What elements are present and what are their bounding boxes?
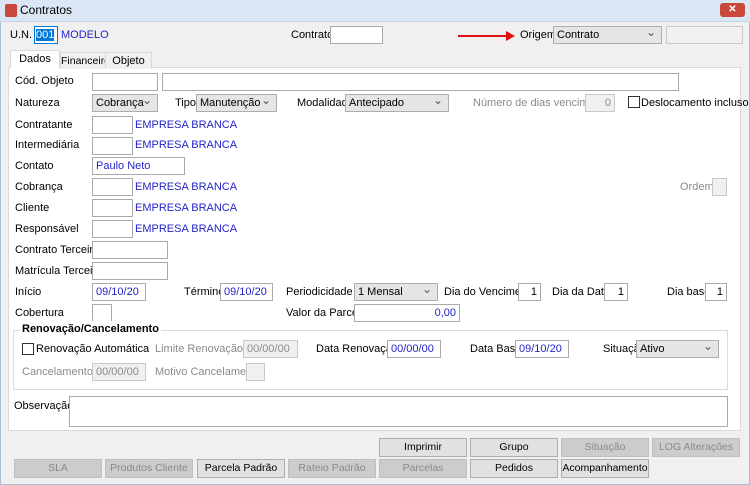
natureza-label: Natureza [15, 97, 60, 109]
renovacao-automatica-label: Renovação Automática [36, 343, 150, 355]
parcelas-button: Parcelas [379, 459, 467, 478]
cod-objeto-input[interactable] [92, 73, 158, 91]
ordem-input [712, 178, 727, 196]
renovacao-automatica-checkbox[interactable] [22, 343, 34, 355]
inicio-label: Início [15, 286, 42, 298]
tipo-select[interactable]: Manutenção [196, 92, 277, 112]
intermediaria-label: Intermediária [15, 139, 80, 151]
situacao-financeira-button: Situação Financeira [561, 438, 649, 470]
cobertura-label: Cobertura [15, 307, 64, 319]
periodicidade-label: Periodicidade [286, 286, 353, 298]
cod-objeto-label: Cód. Objeto [15, 75, 74, 87]
cobertura-input[interactable] [92, 304, 112, 322]
cobranca-name: EMPRESA BRANCA [135, 181, 238, 193]
origem-extra-input [666, 26, 743, 44]
contrato-terceiro-label: Contrato Terceiro [15, 244, 100, 256]
limite-renovacao-label: Limite Renovação [155, 343, 244, 355]
natureza-select[interactable]: Cobrança [92, 92, 158, 112]
cod-objeto-desc-input[interactable] [162, 73, 679, 91]
data-base-input[interactable]: 09/10/20 [515, 340, 569, 358]
valor-parcela-input[interactable]: 0,00 [354, 304, 460, 322]
renovacao-group-title: Renovação/Cancelamento [20, 321, 161, 338]
cobranca-label: Cobrança [15, 181, 63, 193]
tab-objeto[interactable]: Objeto [105, 52, 152, 69]
responsavel-input[interactable] [92, 220, 133, 238]
cancelamento-input: 00/00/00 [92, 363, 146, 381]
contratante-label: Contratante [15, 119, 73, 131]
grupo-button[interactable]: Grupo [470, 438, 558, 457]
log-alteracoes-button: LOG Alterações [652, 438, 740, 457]
cancelamento-label: Cancelamento [22, 366, 93, 378]
tab-financeiro[interactable]: Financeiro [60, 52, 110, 69]
observacao-label: Observação [14, 400, 74, 412]
pedidos-button[interactable]: Pedidos [470, 459, 558, 478]
termino-input[interactable]: 09/10/20 [220, 283, 273, 301]
renovacao-group [13, 330, 728, 390]
red-arrow-annotation [458, 35, 508, 37]
contrato-terceiro-input[interactable] [92, 241, 168, 259]
intermediaria-input[interactable] [92, 137, 133, 155]
dia-data-input[interactable]: 1 [604, 283, 628, 301]
cliente-input[interactable] [92, 199, 133, 217]
responsavel-label: Responsável [15, 223, 79, 235]
data-renovacao-label: Data Renovação [316, 343, 398, 355]
cliente-label: Cliente [15, 202, 50, 214]
produtos-cliente-button: Produtos Cliente [105, 459, 193, 478]
origem-label: Origem [520, 29, 557, 41]
contrato-label: Contrato [291, 29, 334, 41]
dia-data-label: Dia da Data [552, 286, 611, 298]
contratante-input[interactable] [92, 116, 133, 134]
cliente-name: EMPRESA BRANCA [135, 202, 238, 214]
deslocamento-label: Deslocamento incluso [641, 97, 749, 109]
arrow-head-icon [506, 31, 515, 41]
intermediaria-name: EMPRESA BRANCA [135, 139, 238, 151]
un-label: U.N. [10, 29, 32, 41]
inicio-input[interactable]: 09/10/20 [92, 283, 146, 301]
close-button[interactable]: ✕ [720, 3, 745, 17]
matricula-terceiro-label: Matrícula Terceiro [15, 265, 103, 277]
matricula-terceiro-input[interactable] [92, 262, 168, 280]
un-input[interactable]: 001 [34, 26, 58, 44]
dia-base-label: Dia base [667, 286, 711, 298]
un-name: MODELO [61, 29, 109, 41]
num-dias-input: 0 [585, 94, 615, 112]
imprimir-button[interactable]: Imprimir [379, 438, 467, 457]
contato-label: Contato [15, 160, 54, 172]
acompanhamento-button[interactable]: Acompanhamento [561, 459, 649, 478]
origem-select[interactable]: Contrato [553, 24, 662, 44]
data-base-label: Data Base [470, 343, 522, 355]
data-renovacao-input[interactable]: 00/00/00 [387, 340, 441, 358]
motivo-cancelamento-input [246, 363, 265, 381]
window-title: Contratos [20, 3, 73, 17]
contrato-input[interactable] [330, 26, 383, 44]
tipo-label: Tipo [175, 97, 196, 109]
app-logo-icon [5, 4, 17, 17]
ordem-label: Ordem [680, 181, 714, 193]
close-icon: ✕ [728, 4, 737, 15]
un-value: 001 [36, 29, 55, 41]
sla-button: SLA [14, 459, 102, 478]
rateio-padrao-button: Rateio Padrão [288, 459, 376, 478]
situacao-select[interactable]: Ativo [636, 338, 719, 358]
tab-dados[interactable]: Dados [10, 50, 60, 68]
periodicidade-select[interactable]: 1 Mensal [354, 281, 438, 301]
dia-base-input[interactable]: 1 [705, 283, 727, 301]
parcela-padrao-button[interactable]: Parcela Padrão [197, 459, 285, 478]
responsavel-name: EMPRESA BRANCA [135, 223, 238, 235]
modalidade-select[interactable]: Antecipado [345, 92, 449, 112]
title-bar: Contratos ✕ [0, 0, 750, 22]
cobranca-input[interactable] [92, 178, 133, 196]
observacao-textarea[interactable] [69, 396, 728, 427]
contato-input[interactable]: Paulo Neto [92, 157, 185, 175]
contratante-name: EMPRESA BRANCA [135, 119, 238, 131]
deslocamento-checkbox[interactable] [628, 96, 640, 108]
termino-label: Término [184, 286, 225, 298]
dia-vencimento-input[interactable]: 1 [518, 283, 541, 301]
limite-renovacao-input: 00/00/00 [243, 340, 298, 358]
